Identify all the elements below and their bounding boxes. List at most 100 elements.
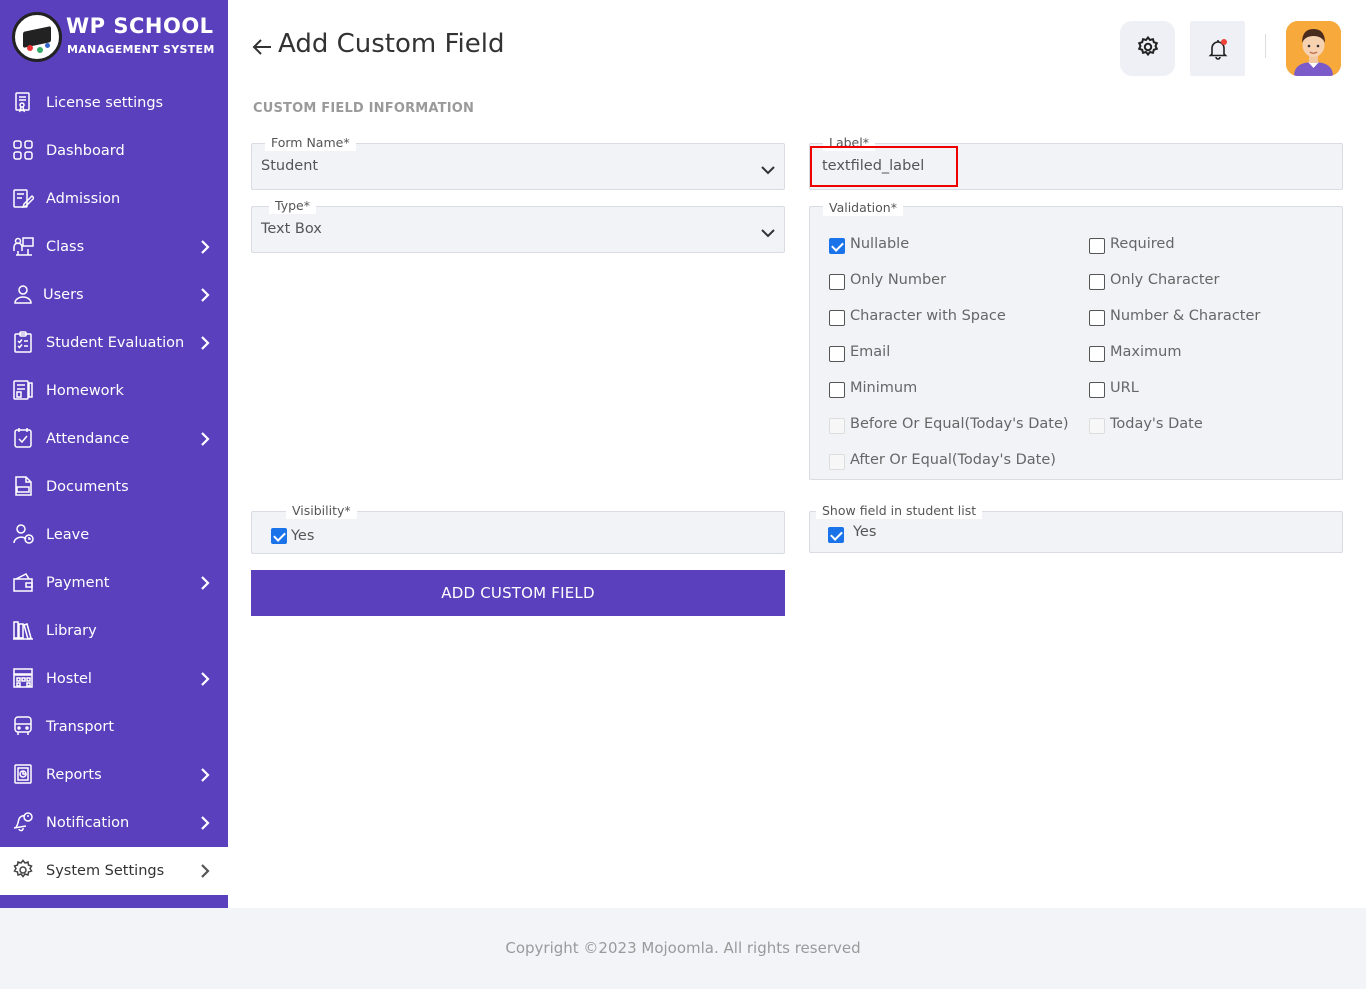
checkbox-visibility-yes[interactable] (271, 528, 287, 544)
license-icon (12, 91, 34, 113)
checkbox-label: Maximum (1110, 344, 1182, 360)
checkbox-label: After Or Equal(Today's Date) (850, 452, 1056, 468)
chevron-right-icon (198, 239, 212, 255)
sidebar-item-label: Attendance (46, 431, 130, 447)
checkbox-email[interactable] (829, 346, 845, 362)
sidebar-item-label: Student Evaluation (46, 335, 185, 351)
sidebar-item-documents[interactable]: Documents (0, 463, 228, 511)
logo-subtitle: MANAGEMENT SYSTEM (67, 43, 215, 56)
checkbox-label: Number & Character (1110, 308, 1261, 324)
checkbox-label: Nullable (850, 236, 910, 252)
visibility-legend: Visibility* (286, 503, 357, 519)
checkbox-only-character[interactable] (1089, 274, 1105, 290)
checkbox-nullable[interactable] (829, 238, 845, 254)
sidebar-item-library[interactable]: Library (0, 607, 228, 655)
sidebar-item-notification[interactable]: Notification (0, 799, 228, 847)
sidebar-nav: License settings Dashboard Admission Cla… (0, 79, 228, 895)
sidebar-item-label: Dashboard (46, 143, 125, 159)
sidebar-item-hostel[interactable]: Hostel (0, 655, 228, 703)
chevron-right-icon (198, 863, 212, 879)
checkbox-show-in-list-yes[interactable] (828, 527, 844, 543)
sidebar-item-student-evaluation[interactable]: Student Evaluation (0, 319, 228, 367)
type-legend: Type* (269, 198, 316, 214)
sidebar-item-license-settings[interactable]: License settings (0, 79, 228, 127)
sidebar-item-attendance[interactable]: Attendance (0, 415, 228, 463)
sidebar-item-class[interactable]: Class (0, 223, 228, 271)
checkbox-todays-date (1089, 418, 1105, 434)
sidebar: WP SCHOOL MANAGEMENT SYSTEM License sett… (0, 0, 228, 908)
class-icon (12, 235, 34, 257)
leave-icon (12, 523, 34, 545)
sidebar-item-label: Notification (46, 815, 130, 831)
bell-icon (1207, 38, 1229, 60)
checkbox-number-and-character[interactable] (1089, 310, 1105, 326)
logo-emblem-icon (12, 12, 62, 62)
add-custom-field-button[interactable]: ADD CUSTOM FIELD (251, 570, 785, 616)
sidebar-item-transport[interactable]: Transport (0, 703, 228, 751)
highlight-box (810, 146, 958, 187)
sidebar-item-label: Hostel (46, 671, 92, 687)
checkbox-before-or-equal-today (829, 418, 845, 434)
sidebar-item-label: System Settings (46, 863, 165, 879)
avatar[interactable] (1286, 21, 1341, 76)
sidebar-item-label: Payment (46, 575, 110, 591)
sidebar-item-label: Documents (46, 479, 129, 495)
checkbox-label: Email (850, 344, 891, 360)
page-title: Add Custom Field (278, 29, 505, 59)
chevron-down-icon (760, 224, 776, 238)
chevron-right-icon (198, 575, 212, 591)
checkbox-url[interactable] (1089, 382, 1105, 398)
sidebar-item-label: Users (43, 287, 84, 303)
header-divider (1265, 34, 1266, 58)
sidebar-item-label: Admission (46, 191, 121, 207)
visibility-group: Visibility* Yes (251, 503, 785, 554)
sidebar-item-homework[interactable]: Homework (0, 367, 228, 415)
checkbox-label: Only Number (850, 272, 947, 288)
chevron-down-icon (760, 161, 776, 175)
back-arrow-icon[interactable] (251, 36, 273, 58)
type-select[interactable]: Type* Text Box (251, 198, 785, 253)
notifications-button[interactable] (1190, 21, 1245, 76)
checkbox-only-number[interactable] (829, 274, 845, 290)
checkbox-minimum[interactable] (829, 382, 845, 398)
validation-group: Validation* Nullable Required Only Numbe… (809, 200, 1343, 480)
chevron-right-icon (198, 767, 212, 783)
checkbox-label: Required (1110, 236, 1175, 252)
sidebar-item-dashboard[interactable]: Dashboard (0, 127, 228, 175)
sidebar-item-label: License settings (46, 95, 164, 111)
admission-icon (12, 187, 36, 209)
sidebar-item-label: Transport (46, 719, 115, 735)
show-in-list-group: Show field in student list Yes (809, 503, 1343, 553)
checkbox-required[interactable] (1089, 238, 1105, 254)
library-icon (12, 619, 34, 641)
form-name-legend: Form Name* (265, 135, 356, 151)
app-logo[interactable]: WP SCHOOL MANAGEMENT SYSTEM (10, 10, 222, 66)
dashboard-icon (12, 139, 34, 161)
chevron-right-icon (198, 815, 212, 831)
checkbox-label: Only Character (1110, 272, 1220, 288)
sidebar-item-label: Library (46, 623, 97, 639)
checkbox-after-or-equal-today (829, 454, 845, 470)
sidebar-item-reports[interactable]: Reports (0, 751, 228, 799)
section-title: CUSTOM FIELD INFORMATION (253, 101, 475, 116)
sidebar-item-label: Leave (46, 527, 90, 543)
validation-legend: Validation* (823, 200, 903, 216)
type-value: Text Box (261, 221, 322, 237)
sidebar-item-admission[interactable]: Admission (0, 175, 228, 223)
checkbox-label: Yes (291, 528, 315, 544)
chevron-right-icon (198, 671, 212, 687)
form-name-select[interactable]: Form Name* Student (251, 135, 785, 190)
sidebar-item-payment[interactable]: Payment (0, 559, 228, 607)
chevron-right-icon (198, 335, 212, 351)
checkbox-label: Yes (853, 524, 877, 540)
checkbox-maximum[interactable] (1089, 346, 1105, 362)
settings-button[interactable] (1120, 21, 1175, 76)
sidebar-item-leave[interactable]: Leave (0, 511, 228, 559)
sidebar-item-users[interactable]: Users (0, 271, 228, 319)
checkbox-character-with-space[interactable] (829, 310, 845, 326)
sidebar-item-system-settings[interactable]: System Settings (0, 847, 228, 895)
sidebar-item-label: Homework (46, 383, 124, 399)
chevron-right-icon (198, 287, 212, 303)
gear-icon (12, 859, 34, 881)
form-name-value: Student (261, 158, 319, 174)
